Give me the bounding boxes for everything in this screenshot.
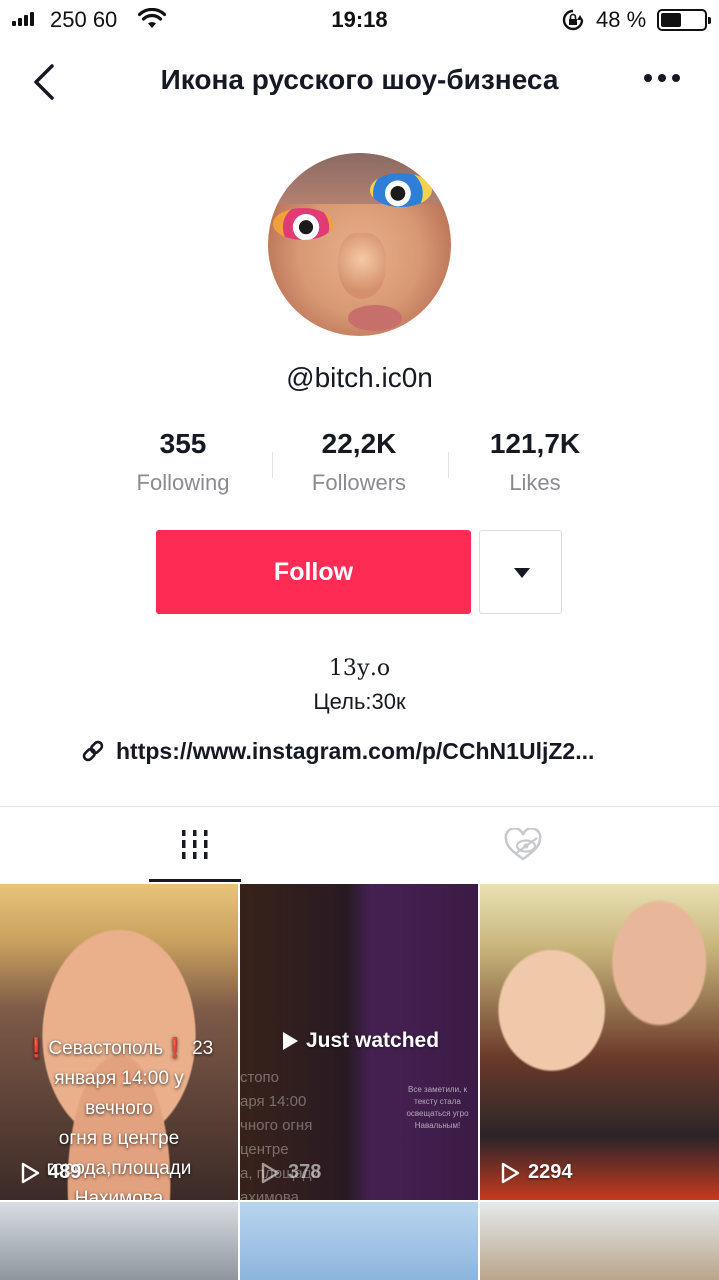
stat-likes[interactable]: 121,7K Likes	[455, 428, 615, 496]
more-dot	[672, 74, 680, 82]
play-icon	[261, 1162, 280, 1183]
battery-percent: 48 %	[596, 7, 647, 32]
view-count: 489	[20, 1161, 81, 1184]
page-title: Икона русского шоу-бизнеса	[160, 64, 559, 95]
chevron-left-icon	[34, 64, 54, 100]
video-thumbnail[interactable]: ❗Севастополь❗ 23 января 14:00 у вечного …	[0, 884, 238, 1200]
nav-bar: Икона русского шоу-бизнеса	[0, 50, 719, 112]
bio-line: Цель:30к	[313, 689, 406, 714]
following-label: Following	[136, 470, 230, 495]
video-thumbnail[interactable]	[240, 1202, 478, 1280]
stat-divider	[272, 452, 273, 478]
likes-label: Likes	[509, 470, 561, 495]
more-dot	[644, 74, 652, 82]
more-button[interactable]	[644, 74, 680, 82]
play-icon	[21, 1162, 40, 1183]
active-tab-indicator	[149, 879, 241, 882]
bio-link[interactable]: https://www.instagram.com/p/CChN1UljZ2..…	[80, 736, 594, 766]
username: @bitch.ic0n	[286, 362, 433, 393]
link-icon	[82, 740, 104, 762]
view-count: 378	[260, 1161, 321, 1184]
video-thumbnail[interactable]: стопо аря 14:00 чного огня центре а, пло…	[240, 884, 478, 1200]
video-thumbnail[interactable]: 2294	[480, 884, 719, 1200]
video-thumbnail[interactable]	[480, 1202, 719, 1280]
avatar[interactable]	[268, 153, 451, 336]
tab-videos[interactable]	[15, 808, 374, 882]
followers-label: Followers	[311, 470, 407, 495]
followers-count: 22,2K	[321, 428, 397, 459]
grid-bars-icon	[182, 830, 208, 859]
follow-button[interactable]: Follow	[156, 530, 471, 614]
heart-hidden-icon	[504, 828, 542, 861]
bio-link-text: https://www.instagram.com/p/CChN1UljZ2..…	[116, 737, 595, 764]
caret-down-icon	[514, 568, 530, 578]
likes-count: 121,7K	[489, 428, 581, 459]
tab-liked[interactable]	[345, 808, 704, 882]
battery-icon	[657, 9, 711, 31]
stat-followers[interactable]: 22,2K Followers	[279, 428, 439, 496]
more-dot	[658, 74, 666, 82]
rotation-lock-icon	[560, 8, 586, 37]
suggested-accounts-button[interactable]	[479, 530, 562, 614]
view-count: 2294	[500, 1161, 573, 1184]
stat-following[interactable]: 355 Following	[103, 428, 263, 496]
play-filled-icon	[283, 1032, 298, 1050]
play-icon	[501, 1162, 520, 1183]
status-bar: 250 60 19:18 48 %	[0, 0, 719, 40]
video-grid: ❗Севастополь❗ 23 января 14:00 у вечного …	[0, 884, 719, 1280]
tabs-divider	[0, 806, 719, 807]
back-button[interactable]	[30, 62, 60, 102]
video-thumbnail[interactable]	[0, 1202, 238, 1280]
stat-divider	[448, 452, 449, 478]
just-watched-badge: Just watched	[280, 1029, 439, 1053]
video-small-text: Все заметили, к тексту стала освещаться …	[406, 1085, 469, 1130]
bio-line: 13у.о	[328, 656, 391, 681]
following-count: 355	[159, 428, 207, 459]
